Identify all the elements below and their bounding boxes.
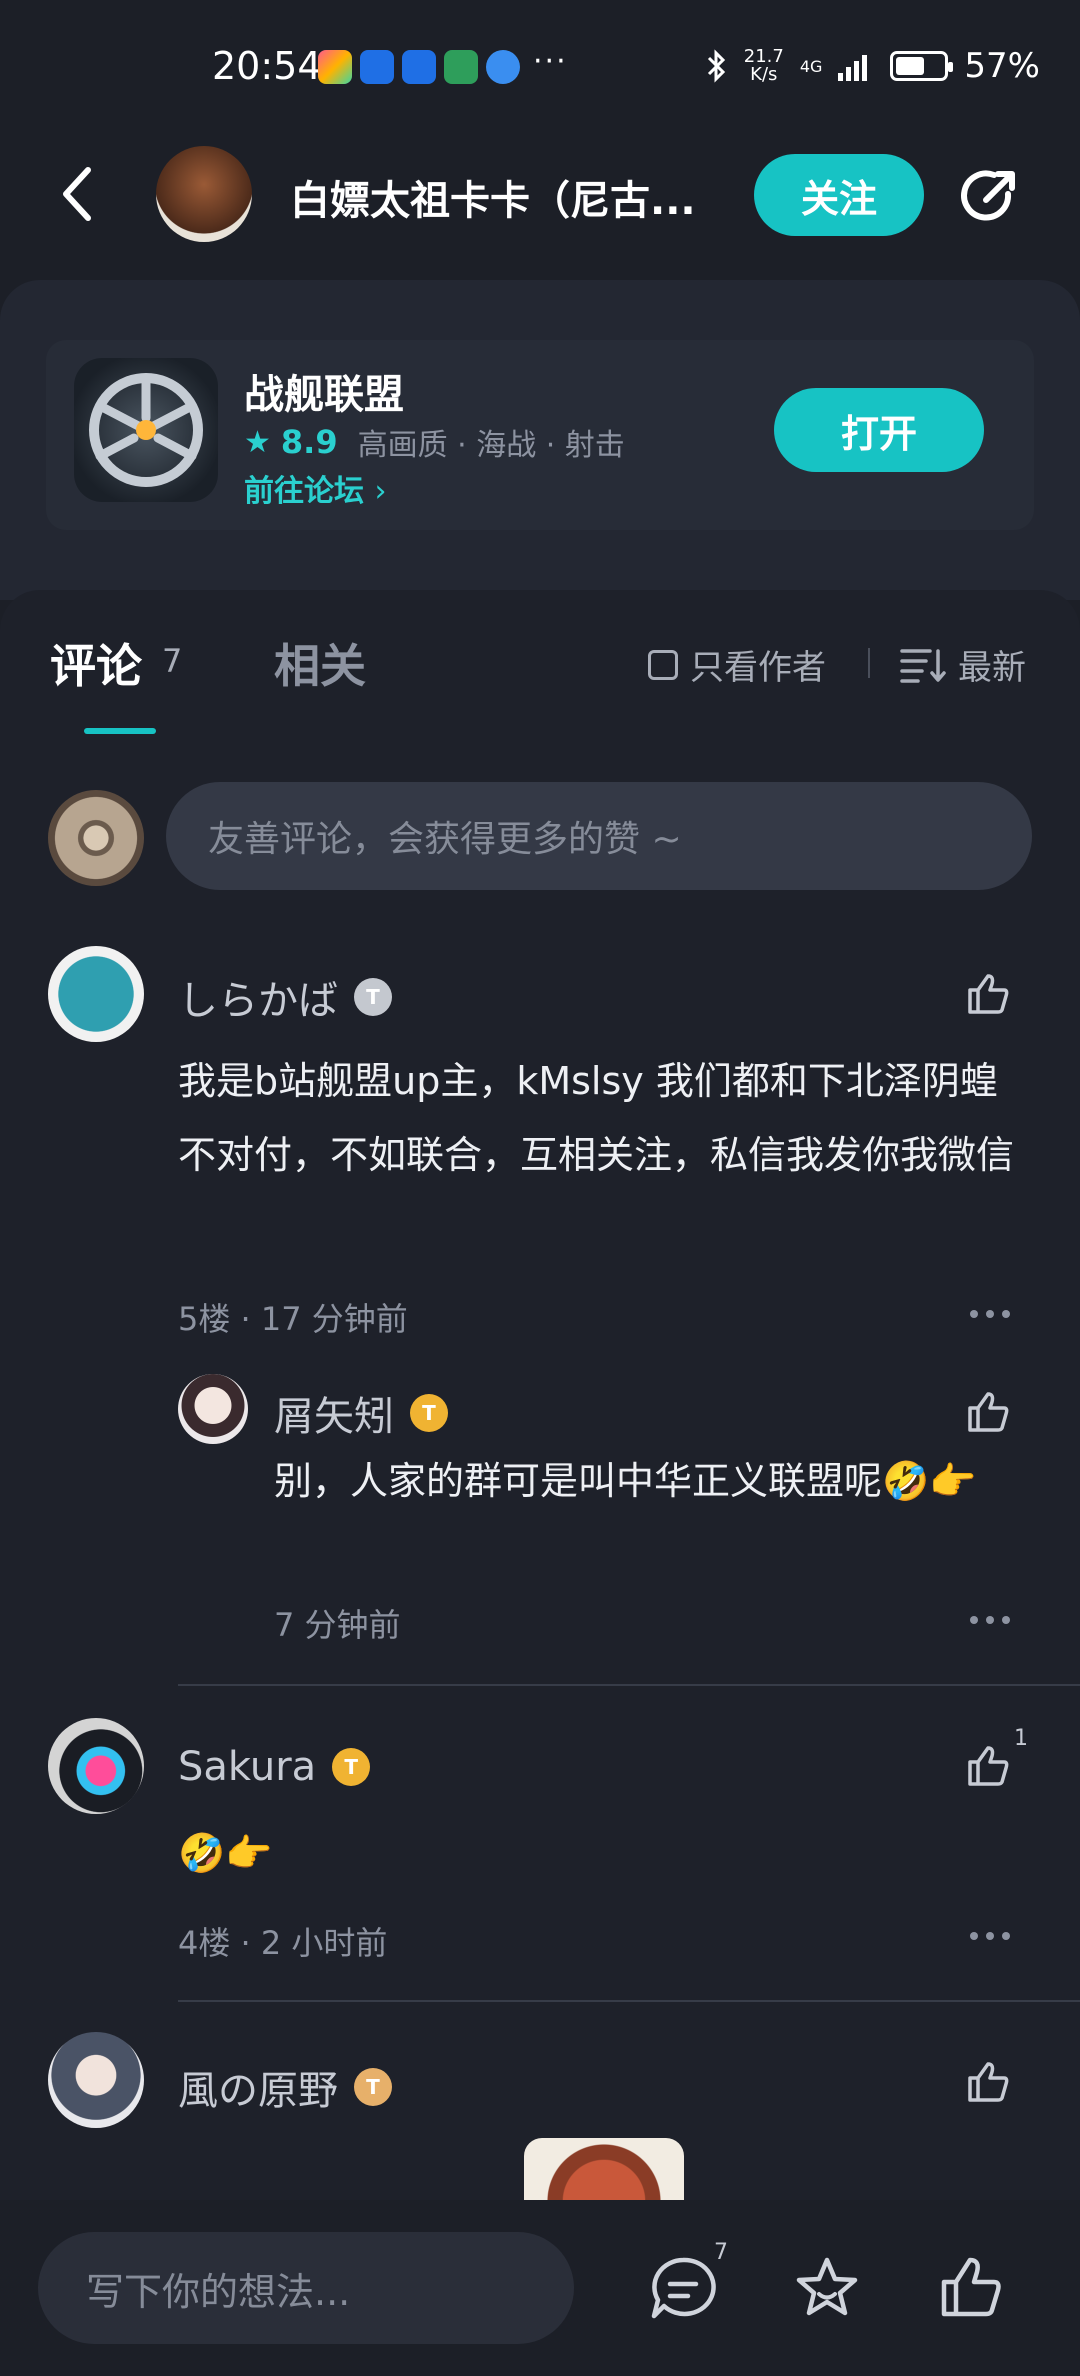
only-author-toggle[interactable]: 只看作者 bbox=[648, 640, 826, 689]
comment-user-row: 風の原野 T bbox=[178, 2058, 392, 2116]
like-icon[interactable] bbox=[964, 1388, 1012, 1436]
more-options-icon[interactable] bbox=[970, 1932, 1010, 1942]
open-game-button[interactable]: 打开 bbox=[774, 388, 984, 472]
reply-username[interactable]: 屑矢矧 bbox=[274, 1384, 394, 1442]
app-notification-icon bbox=[318, 50, 352, 84]
comment-user-row: しらかば T bbox=[178, 968, 392, 1026]
author-name[interactable]: 白嫖太祖卡卡（尼古... bbox=[290, 168, 720, 226]
more-options-icon[interactable] bbox=[970, 1310, 1010, 1320]
notification-icons bbox=[318, 50, 520, 84]
reply-avatar[interactable] bbox=[178, 1374, 248, 1444]
level-badge-icon: T bbox=[410, 1394, 448, 1432]
game-logo-icon bbox=[89, 373, 203, 487]
comment-icon[interactable] bbox=[648, 2254, 718, 2324]
checkbox-icon[interactable] bbox=[648, 649, 678, 680]
author-avatar[interactable] bbox=[156, 146, 252, 242]
home-app-icon bbox=[444, 50, 478, 84]
divider bbox=[868, 648, 870, 678]
comment-username[interactable]: しらかば bbox=[178, 968, 338, 1026]
status-time: 20:54 bbox=[212, 44, 322, 88]
app-notification-icon bbox=[402, 50, 436, 84]
bottom-comment-input[interactable]: 写下你的想法... bbox=[38, 2232, 574, 2344]
active-tab-indicator bbox=[84, 728, 156, 734]
battery-percent: 57% bbox=[964, 46, 1040, 86]
bluetooth-icon bbox=[707, 49, 725, 83]
star-favorite-icon[interactable] bbox=[792, 2254, 862, 2324]
game-rating: 8.9 bbox=[280, 423, 338, 461]
battery-icon bbox=[890, 51, 954, 81]
comment-meta: 4楼 · 2 小时前 bbox=[178, 1924, 388, 1962]
more-options-icon[interactable] bbox=[970, 1616, 1010, 1626]
network-speed: 21.7 K/s bbox=[743, 46, 784, 85]
comment-avatar[interactable] bbox=[48, 946, 144, 1042]
reply-meta: 7 分钟前 bbox=[274, 1606, 401, 1644]
star-icon: ★ bbox=[244, 424, 271, 460]
forum-link[interactable]: 前往论坛 › bbox=[244, 466, 386, 510]
tab-comments[interactable]: 评论 bbox=[50, 630, 142, 696]
signal-icon bbox=[838, 55, 868, 81]
status-right: 21.7 K/s 4G 57% bbox=[706, 46, 1040, 86]
like-icon[interactable] bbox=[964, 1742, 1012, 1790]
only-author-label: 只看作者 bbox=[690, 648, 826, 688]
like-icon[interactable] bbox=[964, 970, 1012, 1018]
comments-count: 7 bbox=[162, 642, 183, 680]
comment-meta: 5楼 · 17 分钟前 bbox=[178, 1300, 408, 1338]
chevron-right-icon: › bbox=[374, 474, 387, 509]
reply-text: 别，人家的群可是叫中华正义联盟呢🤣👉 bbox=[274, 1459, 977, 1503]
game-tags: 高画质 · 海战 · 射击 bbox=[357, 428, 625, 463]
status-bar: 20:54 ··· 21.7 K/s 4G 57% bbox=[0, 0, 1080, 130]
divider bbox=[178, 2000, 1080, 2002]
reply-user-row: 屑矢矧 T bbox=[274, 1384, 448, 1442]
tab-related[interactable]: 相关 bbox=[274, 630, 366, 696]
comment-image[interactable] bbox=[524, 2138, 684, 2208]
level-badge-icon: T bbox=[354, 2068, 392, 2106]
app-notification-icon bbox=[486, 50, 520, 84]
game-title[interactable]: 战舰联盟 bbox=[244, 362, 404, 420]
comment-input[interactable]: 友善评论，会获得更多的赞 ~ bbox=[166, 782, 1032, 890]
comment-user-row: Sakura T bbox=[178, 1744, 371, 1790]
forum-link-label: 前往论坛 bbox=[244, 474, 364, 509]
my-avatar[interactable] bbox=[48, 790, 144, 886]
game-icon[interactable] bbox=[74, 358, 218, 502]
level-badge-icon: T bbox=[332, 1748, 371, 1786]
more-notifications: ··· bbox=[533, 44, 568, 79]
comment-count: 7 bbox=[714, 2240, 728, 2265]
game-rating-row: ★ 8.9 高画质 · 海战 · 射击 bbox=[244, 420, 625, 464]
comment-username[interactable]: 風の原野 bbox=[178, 2058, 338, 2116]
like-icon[interactable] bbox=[936, 2252, 1006, 2322]
like-icon[interactable] bbox=[964, 2058, 1012, 2106]
like-count: 1 bbox=[1014, 1726, 1028, 1751]
comment-avatar[interactable] bbox=[48, 1718, 144, 1814]
comment-text: 我是b站舰盟up主，kMslsy 我们都和下北泽阴蝗不对付，不如联合，互相关注，… bbox=[178, 1059, 1015, 1177]
share-icon[interactable] bbox=[958, 164, 1022, 228]
follow-button[interactable]: 关注 bbox=[754, 154, 924, 236]
level-badge-icon: T bbox=[354, 978, 392, 1016]
back-arrow-icon[interactable] bbox=[58, 164, 98, 224]
comment-username[interactable]: Sakura bbox=[178, 1744, 316, 1790]
sort-icon bbox=[900, 648, 946, 683]
signal-type: 4G bbox=[799, 56, 823, 76]
comment-text: 🤣👉 bbox=[178, 1831, 273, 1875]
divider bbox=[178, 1684, 1080, 1686]
comment-avatar[interactable] bbox=[48, 2032, 144, 2128]
app-notification-icon bbox=[360, 50, 394, 84]
sort-toggle[interactable]: 最新 bbox=[900, 640, 1026, 689]
sort-label: 最新 bbox=[958, 648, 1026, 688]
